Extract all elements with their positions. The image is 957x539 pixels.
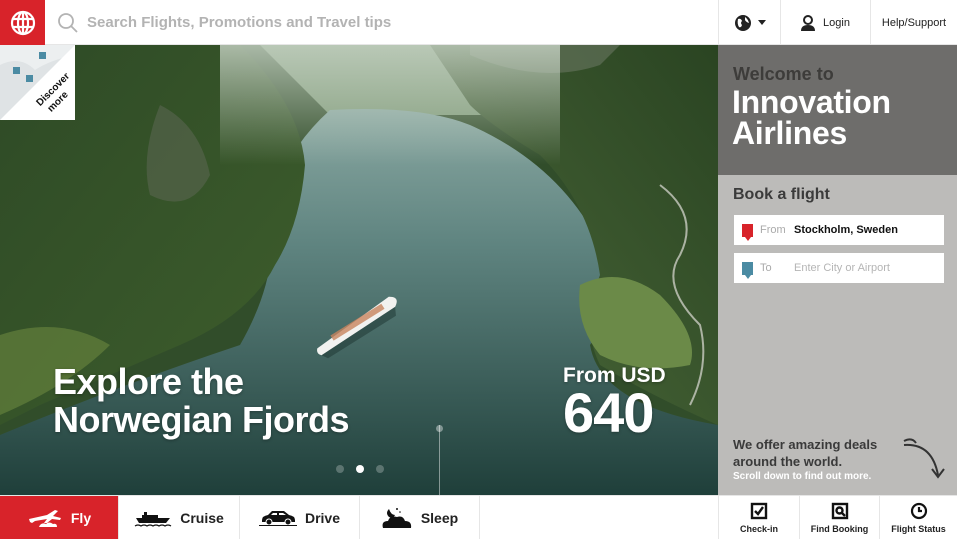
globe-icon [10,10,35,35]
plane-icon [28,510,61,527]
carousel-dots [336,465,384,473]
from-value[interactable]: Stockholm, Sweden [794,224,898,236]
user-icon [801,14,816,31]
help-support-label: Help/Support [881,16,947,29]
deals-line1: We offer amazing deals [733,437,878,452]
hero-title: Explore the Norwegian Fjords [53,361,350,440]
car-icon [258,511,297,526]
tab-fly[interactable]: Fly [0,496,119,539]
checkbox-icon [750,502,768,520]
top-bar: Login Help/Support [0,0,957,45]
tab-drive-label: Drive [304,510,341,526]
help-support-button[interactable]: Help/Support [870,0,957,45]
to-input[interactable] [794,262,944,274]
airline-name-line1: Innovation [732,84,891,120]
tab-drive[interactable]: Drive [240,496,360,539]
carousel-dot-active[interactable] [356,465,364,473]
search-input[interactable] [87,14,687,31]
booking-panel: Welcome to Innovation Airlines Book a fl… [718,45,957,495]
tab-sleep-label: Sleep [420,510,459,526]
scroll-hint: Scroll down to find out more. [733,471,872,482]
bottom-nav: Fly Cruise Drive Sleep Check-in Find Boo… [0,495,957,539]
tab-cruise-label: Cruise [180,510,224,526]
language-selector[interactable] [718,0,780,45]
book-flight-heading: Book a flight [733,186,830,203]
login-button[interactable]: Login [780,0,870,45]
tab-sleep[interactable]: Sleep [360,496,480,539]
login-label: Login [823,16,850,29]
from-label: From [760,224,786,236]
check-in-button[interactable]: Check-in [718,496,799,539]
globe-language-icon [734,14,751,31]
ship-icon [134,512,172,527]
tab-cruise[interactable]: Cruise [119,496,240,539]
from-field[interactable]: From Stockholm, Sweden [734,215,944,245]
find-booking-label: Find Booking [810,524,869,534]
clock-icon [910,502,927,520]
price-tag: From USD 640 [563,365,666,444]
discover-more-button[interactable]: Discover more [0,45,75,120]
airline-name-line2: Airlines [732,115,847,151]
welcome-text: Welcome to [733,64,834,84]
price-amount: 640 [563,381,654,444]
flight-status-label: Flight Status [891,524,946,534]
airline-name: Innovation Airlines [732,84,891,151]
to-field[interactable]: To [734,253,944,283]
search-bar [45,0,718,45]
logo-button[interactable] [0,0,45,45]
check-in-label: Check-in [739,524,778,534]
deals-line2: around the world. [733,454,843,469]
tab-fly-label: Fly [70,510,92,526]
hero-banner[interactable]: Discover more Explore the Norwegian Fjor… [0,45,718,495]
origin-pin-icon [742,223,753,241]
flight-status-button[interactable]: Flight Status [879,496,957,539]
welcome-box: Welcome to Innovation Airlines [718,45,957,175]
destination-pin-icon [742,261,753,279]
carousel-dot[interactable] [376,465,384,473]
moon-cloud-icon [382,508,411,528]
deals-text: We offer amazing deals around the world. [733,436,877,470]
find-booking-button[interactable]: Find Booking [799,496,879,539]
hero-title-line1: Explore the [53,361,244,402]
hero-title-line2: Norwegian Fjords [53,399,350,440]
search-icon [58,12,78,33]
curved-arrow-down-icon[interactable] [898,433,948,483]
to-label: To [760,262,772,274]
chevron-down-icon [757,20,766,25]
carousel-dot[interactable] [336,465,344,473]
magnifier-box-icon [831,502,848,520]
